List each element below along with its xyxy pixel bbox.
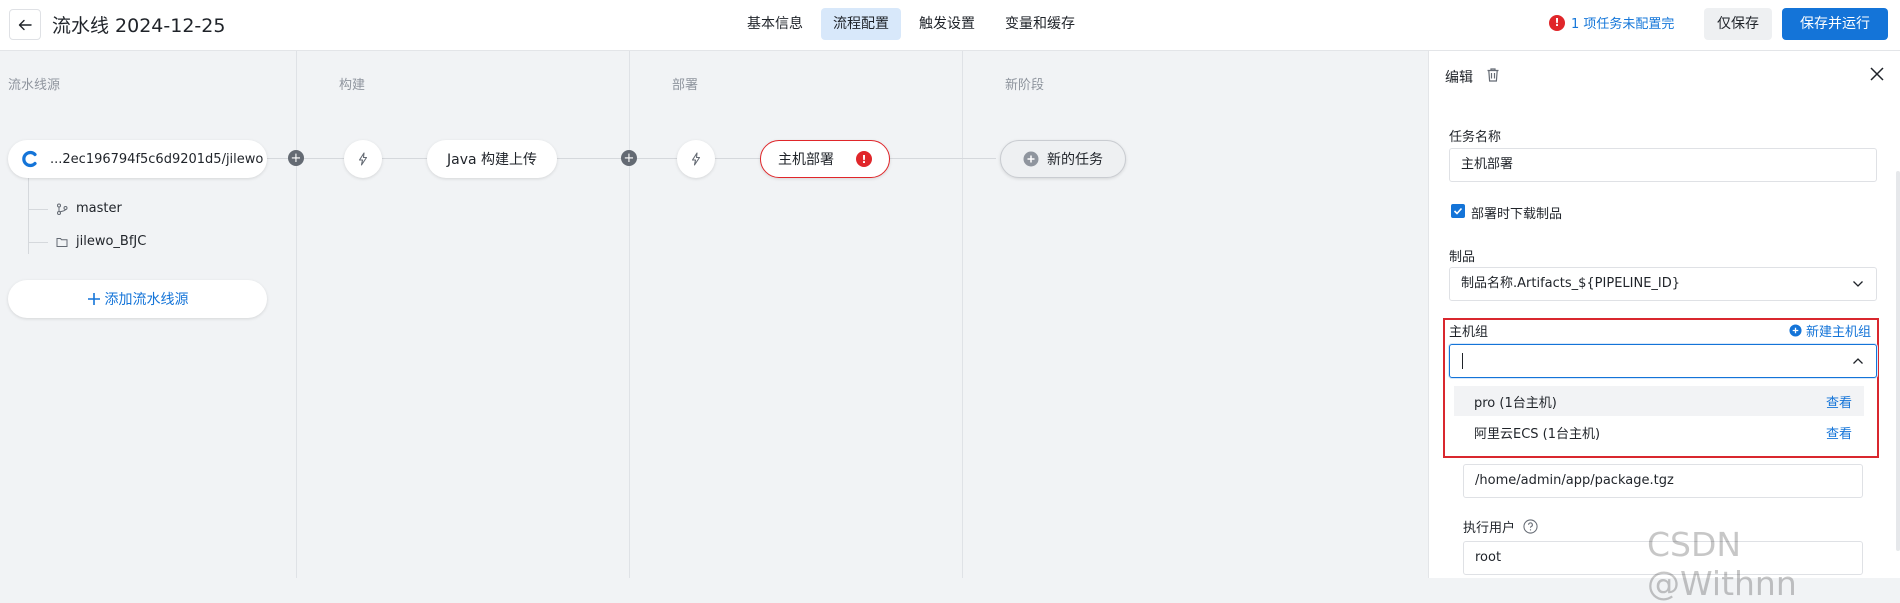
folder-name: jilewo_BfJC: [76, 234, 147, 249]
save-and-run-button[interactable]: 保存并运行: [1782, 8, 1888, 40]
new-task-label: 新的任务: [1047, 152, 1103, 168]
folder-icon: [56, 237, 68, 247]
exec-user-label-row: 执行用户: [1463, 517, 1538, 536]
new-host-group-button[interactable]: 新建主机组: [1789, 321, 1871, 340]
new-host-group-label: 新建主机组: [1806, 325, 1872, 340]
add-stage-plus-icon[interactable]: +: [621, 150, 637, 166]
view-link[interactable]: 查看: [1826, 392, 1852, 411]
stage-divider: [296, 51, 297, 578]
lightning-icon: [691, 152, 701, 166]
stage-label-deploy: 部署: [672, 78, 699, 93]
branch-tree-line: [28, 242, 48, 243]
add-source-button[interactable]: 添加流水线源: [8, 280, 267, 318]
source-node[interactable]: ...2ec196794f5c6d9201d5/jilewo: [8, 140, 267, 178]
text-caret: [1462, 353, 1463, 369]
top-bar: 流水线 2024-12-25 基本信息 流程配置 触发设置 变量和缓存 ! 1 …: [0, 0, 1900, 51]
tab-trigger-settings[interactable]: 触发设置: [907, 8, 987, 40]
pipeline-canvas: 流水线源 构建 部署 新阶段 ...2ec196794f5c6d9201d5/j…: [0, 51, 1428, 578]
tab-bar: 基本信息 流程配置 触发设置 变量和缓存: [735, 8, 1087, 40]
build-task-node[interactable]: Java 构建上传: [427, 140, 557, 178]
download-artifacts-checkbox[interactable]: [1451, 204, 1465, 218]
tab-basic-info[interactable]: 基本信息: [735, 8, 815, 40]
download-path-input[interactable]: /home/admin/app/package.tgz: [1463, 464, 1863, 498]
artifact-label: 制品: [1449, 250, 1476, 265]
git-branch-icon: [57, 203, 68, 215]
error-icon: !: [1549, 14, 1565, 31]
error-icon: !: [856, 151, 872, 167]
host-group-select[interactable]: [1449, 344, 1877, 378]
host-group-option-label: 阿里云ECS (1台主机): [1474, 426, 1601, 442]
artifact-value: 制品名称.Artifacts_${PIPELINE_ID}: [1461, 276, 1681, 291]
chevron-down-icon: [1853, 281, 1863, 287]
deploy-trigger-node[interactable]: [677, 140, 715, 178]
trash-icon[interactable]: [1485, 67, 1501, 83]
branch-item: master: [56, 201, 122, 216]
stage-label-new: 新阶段: [1005, 78, 1045, 93]
add-stage-plus-icon[interactable]: +: [288, 150, 304, 166]
config-warning[interactable]: ! 1 项任务未配置完: [1549, 13, 1674, 32]
exec-user-label: 执行用户: [1463, 521, 1516, 536]
stage-divider: [629, 51, 630, 578]
folder-item: jilewo_BfJC: [56, 234, 146, 249]
lightning-icon: [358, 152, 368, 166]
artifact-select[interactable]: 制品名称.Artifacts_${PIPELINE_ID}: [1449, 267, 1877, 301]
tab-variables-cache[interactable]: 变量和缓存: [993, 8, 1087, 40]
build-task-label: Java 构建上传: [446, 152, 538, 168]
check-icon: [1453, 207, 1463, 215]
codeup-logo-icon: [22, 150, 37, 168]
stage-label-build: 构建: [339, 78, 366, 93]
stage-label-source: 流水线源: [8, 78, 61, 93]
save-only-button[interactable]: 仅保存: [1704, 8, 1772, 40]
chevron-up-icon: [1853, 358, 1863, 364]
tab-flow-config[interactable]: 流程配置: [821, 8, 901, 40]
download-artifacts-label: 部署时下载制品: [1471, 207, 1563, 222]
view-link[interactable]: 查看: [1826, 423, 1852, 442]
plus-circle-icon: [1789, 324, 1802, 337]
host-group-option-label: pro (1台主机): [1474, 395, 1557, 411]
host-group-label: 主机组: [1449, 325, 1489, 340]
host-group-option[interactable]: 阿里云ECS (1台主机) 查看: [1454, 417, 1864, 447]
host-group-option[interactable]: pro (1台主机) 查看: [1454, 386, 1864, 416]
page-title: 流水线 2024-12-25: [52, 15, 226, 37]
close-icon[interactable]: [1868, 65, 1886, 83]
panel-scrollbar[interactable]: [1896, 171, 1900, 551]
help-circle-icon[interactable]: [1523, 519, 1538, 534]
branch-tree-line: [28, 209, 48, 210]
panel-title: 编辑: [1445, 70, 1473, 86]
new-task-node[interactable]: 新的任务: [1000, 140, 1126, 178]
source-repo-label: ...2ec196794f5c6d9201d5/jilewo: [50, 151, 264, 167]
stage-divider: [962, 51, 963, 578]
deploy-task-node[interactable]: 主机部署 !: [760, 140, 890, 178]
watermark: CSDN @Withnn: [1647, 525, 1797, 603]
task-edit-panel: 编辑 任务名称 主机部署 部署时下载制品 制品 制品名称.Artifacts_$…: [1428, 51, 1900, 578]
back-button[interactable]: [9, 9, 41, 40]
add-source-label: 添加流水线源: [104, 292, 189, 308]
task-name-label: 任务名称: [1449, 130, 1502, 145]
plus-icon: [87, 293, 100, 305]
arrow-left-icon: [18, 19, 32, 30]
task-name-input[interactable]: 主机部署: [1449, 148, 1877, 182]
branch-name: master: [76, 201, 122, 216]
deploy-task-label: 主机部署: [778, 152, 834, 168]
plus-circle-icon: [1023, 151, 1039, 167]
build-trigger-node[interactable]: [344, 140, 382, 178]
warning-link[interactable]: 1 项任务未配置完: [1571, 13, 1674, 32]
